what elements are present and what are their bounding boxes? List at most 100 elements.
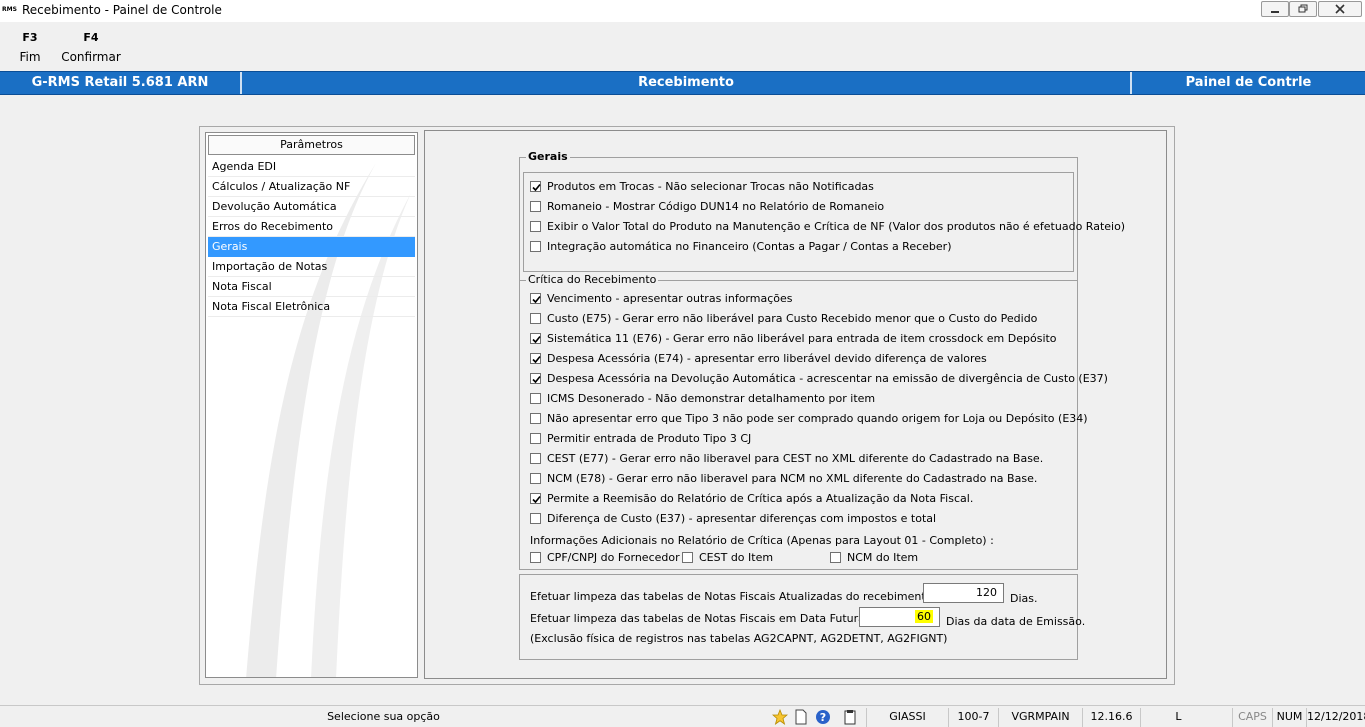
info-ncm[interactable]: NCM do Item [830,550,918,566]
help-button[interactable]: ? [813,707,833,726]
params-item-gerais[interactable]: Gerais [208,237,415,257]
gerais-title: Gerais [526,150,570,163]
option-row[interactable]: ICMS Desonerado - Não demonstrar detalha… [530,391,875,407]
limpeza-suffix-1: Dias. [1010,592,1038,605]
checkbox[interactable] [530,492,541,504]
option-row[interactable]: Diferença de Custo (E37) - apresentar di… [530,511,936,527]
params-item-nfe[interactable]: Nota Fiscal Eletrônica [208,297,415,317]
option-row[interactable]: Permitir entrada de Produto Tipo 3 CJ [530,431,751,447]
checkbox[interactable] [530,512,541,524]
option-row[interactable]: Permite a Reemisão do Relatório de Críti… [530,491,973,507]
status-program: VGRMPAIN [998,708,1082,727]
limpeza-group: Efetuar limpeza das tabelas de Notas Fis… [519,574,1085,660]
checkbox[interactable] [530,292,541,304]
info-cest[interactable]: CEST do Item [682,550,773,566]
limpeza-suffix-2: Dias da data de Emissão. [946,615,1086,628]
params-item-nota-fiscal[interactable]: Nota Fiscal [208,277,415,297]
checkbox[interactable] [530,452,541,464]
limpeza-future-days-input[interactable]: 60 [859,607,940,627]
checkbox[interactable] [530,352,541,364]
main-frame: Parâmetros Agenda EDI Cálculos / Atualiz… [199,126,1175,685]
limpeza-label-1: Efetuar limpeza das tabelas de Notas Fis… [530,590,966,603]
option-row[interactable]: Produtos em Trocas - Não selecionar Troc… [530,179,874,195]
fkey-fim[interactable]: F3 Fim [12,31,48,64]
fkey-confirmar[interactable]: F4 Confirmar [60,31,122,64]
fkey-label: Confirmar [61,50,121,64]
checkbox-label: ICMS Desonerado - Não demonstrar detalha… [547,392,876,405]
info-adicionais-label: Informações Adicionais no Relatório de C… [530,534,994,547]
minimize-button[interactable] [1261,1,1289,17]
option-row[interactable]: CEST (E77) - Gerar erro não liberavel pa… [530,451,1043,467]
checkbox[interactable] [530,472,541,484]
option-row[interactable]: Sistemática 11 (E76) - Gerar erro não li… [530,331,1057,347]
checkbox[interactable] [530,312,541,324]
highlighted-value: 60 [915,610,933,623]
checkbox-label: Permitir entrada de Produto Tipo 3 CJ [547,432,752,445]
checkbox-label: NCM (E78) - Gerar erro não liberavel par… [547,472,1038,485]
status-num: NUM [1272,708,1306,727]
gerais-group: Gerais Produtos em Trocas - Não selecion… [519,150,1125,281]
window-title: Recebimento - Painel de Controle [22,3,222,17]
clipboard-icon[interactable] [840,707,860,726]
checkbox[interactable] [530,372,541,384]
params-item-erros[interactable]: Erros do Recebimento [208,217,415,237]
restore-button[interactable] [1289,1,1317,17]
checkbox[interactable] [530,332,541,344]
params-item-importacao[interactable]: Importação de Notas [208,257,415,277]
checkbox-label: Romaneio - Mostrar Código DUN14 no Relat… [547,200,885,213]
option-row[interactable]: Não apresentar erro que Tipo 3 não pode … [530,411,1088,427]
checkbox[interactable] [530,551,541,563]
params-panel: Parâmetros Agenda EDI Cálculos / Atualiz… [205,132,418,678]
close-icon [1335,4,1345,14]
screen-name: Painel de Contrle [1185,75,1312,90]
status-caps: CAPS [1232,708,1272,727]
option-row[interactable]: Vencimento - apresentar outras informaçõ… [530,291,793,307]
checkbox-label: Despesa Acessória (E74) - apresentar err… [547,352,987,365]
checkbox-label: Permite a Reemisão do Relatório de Críti… [547,492,974,505]
params-header: Parâmetros [208,135,415,155]
option-row[interactable]: Custo (E75) - Gerar erro não liberável p… [530,311,1037,327]
checkbox[interactable] [530,200,541,212]
checkbox-label: CEST do Item [699,551,774,564]
option-row[interactable]: Romaneio - Mostrar Código DUN14 no Relat… [530,199,884,215]
option-row[interactable]: NCM (E78) - Gerar erro não liberavel par… [530,471,1037,487]
fkey-label: Fim [19,50,41,64]
minimize-icon [1271,11,1279,13]
checkbox[interactable] [530,220,541,232]
params-item-agenda-edi[interactable]: Agenda EDI [208,157,415,177]
checkbox[interactable] [530,180,541,192]
critica-group: Crítica do Recebimento Vencimento - apre… [519,273,1108,570]
checkbox-label: Diferença de Custo (E37) - apresentar di… [547,512,937,525]
module-name: Recebimento [638,75,734,90]
checkbox-label: Produtos em Trocas - Não selecionar Troc… [547,180,874,193]
restore-icon [1298,4,1308,13]
checkbox-label: Despesa Acessória na Devolução Automátic… [547,372,1108,385]
favorite-star-icon[interactable] [770,707,790,726]
status-message: Selecione sua opção [327,710,440,723]
option-row[interactable]: Integração automática no Financeiro (Con… [530,239,951,255]
option-row[interactable]: Despesa Acessória (E74) - apresentar err… [530,351,987,367]
app-version: G-RMS Retail 5.681 ARN [31,75,209,90]
checkbox[interactable] [530,432,541,444]
checkbox[interactable] [530,412,541,424]
checkbox[interactable] [530,240,541,252]
critica-title: Crítica do Recebimento [526,273,659,286]
info-cpf-cnpj[interactable]: CPF/CNPJ do Fornecedor [530,550,680,566]
close-button[interactable] [1318,1,1362,17]
checkbox[interactable] [530,392,541,404]
checkbox[interactable] [830,551,841,563]
option-row[interactable]: Despesa Acessória na Devolução Automátic… [530,371,1108,387]
checkbox-label: CPF/CNPJ do Fornecedor [547,551,680,564]
document-icon[interactable] [791,707,811,726]
params-item-calculos[interactable]: Cálculos / Atualização NF [208,177,415,197]
limpeza-days-input[interactable]: 120 [923,583,1004,603]
star-icon [772,708,788,725]
option-row[interactable]: Exibir o Valor Total do Produto na Manut… [530,219,1125,235]
fkey-key: F4 [83,31,99,44]
clipboard-glyph-icon [844,709,856,724]
status-version: 12.16.6 [1082,708,1140,727]
params-item-devolucao[interactable]: Devolução Automática [208,197,415,217]
checkbox[interactable] [682,551,693,563]
svg-text:?: ? [820,711,826,724]
help-icon: ? [816,709,830,724]
